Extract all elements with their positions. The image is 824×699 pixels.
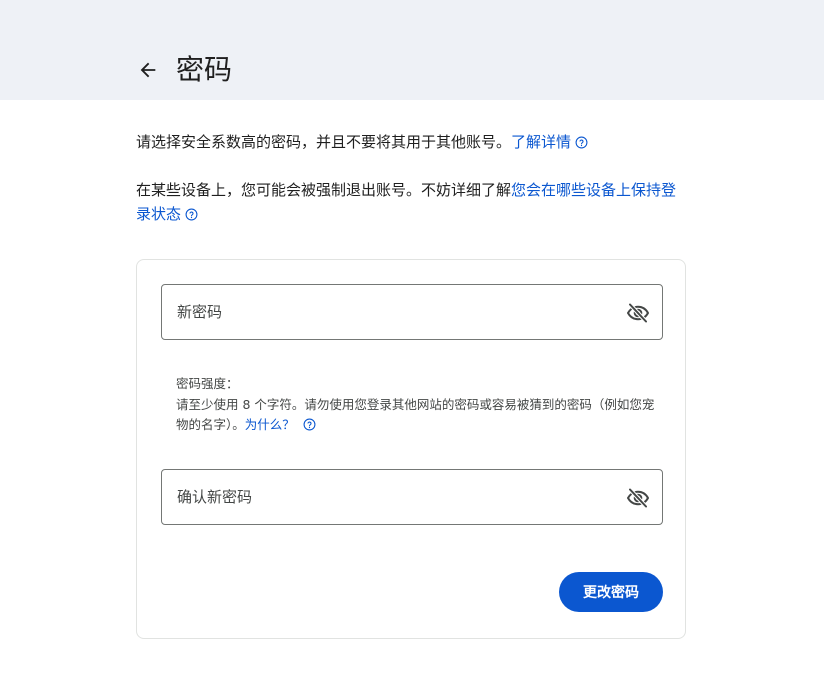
intro-paragraph-2: 在某些设备上，您可能会被强制退出账号。不妨详细了解您会在哪些设备上保持登录状态: [136, 178, 688, 226]
intro-text-2: 在某些设备上，您可能会被强制退出账号。不妨详细了解: [136, 181, 512, 199]
page-header: 密码: [0, 0, 824, 100]
password-strength-label: 密码强度：: [176, 376, 239, 391]
why-link[interactable]: 为什么？: [245, 417, 295, 432]
toggle-confirm-password-visibility[interactable]: [624, 484, 652, 512]
eye-off-icon: [627, 303, 649, 323]
password-strength-info: 密码强度： 请至少使用 8 个字符。请勿使用您登录其他网站的密码或容易被猜到的密…: [176, 374, 666, 435]
new-password-input[interactable]: [162, 285, 662, 339]
help-circle-icon: [575, 136, 588, 149]
new-password-field[interactable]: [161, 284, 663, 340]
why-link-label: 为什么？: [244, 417, 295, 432]
help-circle-icon: [185, 208, 198, 221]
arrow-back-icon: [140, 62, 156, 78]
password-strength-description: 请至少使用 8 个字符。请勿使用您登录其他网站的密码或容易被猜到的密码（例如您宠…: [176, 395, 666, 435]
confirm-password-input[interactable]: [162, 470, 662, 524]
confirm-password-field[interactable]: [161, 469, 663, 525]
change-password-button[interactable]: 更改密码: [559, 572, 663, 612]
learn-more-link[interactable]: 了解详情: [511, 133, 588, 151]
password-form-card: 密码强度： 请至少使用 8 个字符。请勿使用您登录其他网站的密码或容易被猜到的密…: [136, 259, 686, 639]
page-title: 密码: [176, 53, 233, 86]
back-button[interactable]: [134, 56, 162, 84]
help-circle-icon: [303, 418, 316, 431]
eye-off-icon: [627, 488, 649, 508]
intro-text: 请选择安全系数高的密码，并且不要将其用于其他账号。了解详情 在某些设备上，您可能…: [136, 130, 688, 226]
intro-text-1: 请选择安全系数高的密码，并且不要将其用于其他账号。: [136, 133, 512, 151]
intro-paragraph-1: 请选择安全系数高的密码，并且不要将其用于其他账号。了解详情: [136, 130, 688, 154]
toggle-new-password-visibility[interactable]: [624, 299, 652, 327]
learn-more-label: 了解详情: [511, 133, 572, 151]
